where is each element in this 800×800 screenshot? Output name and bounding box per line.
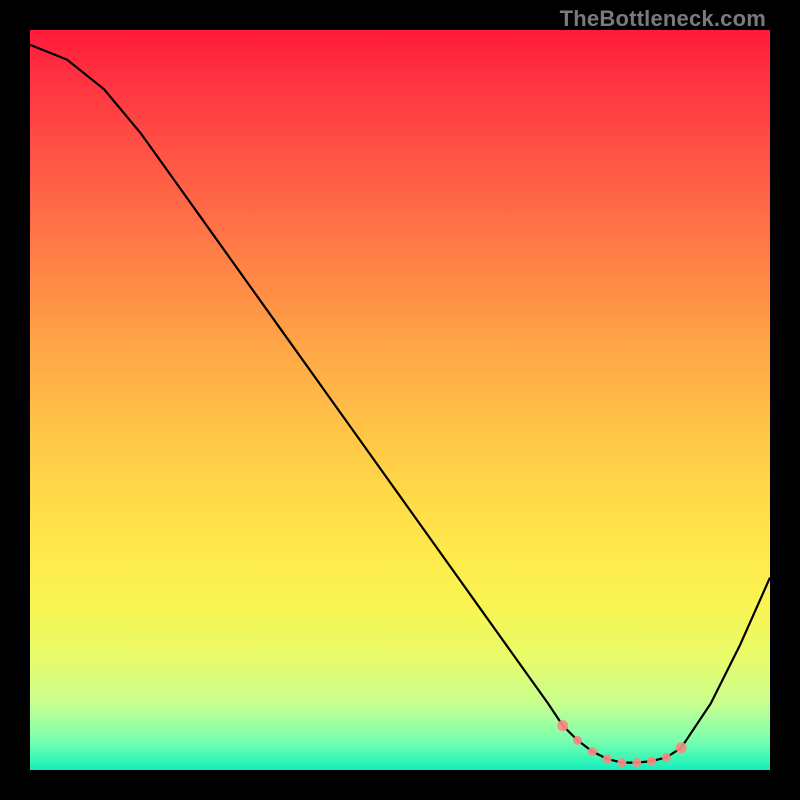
bottleneck-curve [30, 45, 770, 763]
data-marker [676, 742, 687, 753]
data-marker [588, 747, 597, 756]
data-marker [618, 758, 627, 767]
watermark-text: TheBottleneck.com [560, 6, 766, 32]
data-marker [662, 753, 671, 762]
data-marker [632, 758, 641, 767]
data-marker [603, 754, 612, 763]
data-marker [647, 757, 656, 766]
marker-layer [557, 720, 686, 767]
data-marker [573, 736, 582, 745]
chart-stage: TheBottleneck.com [0, 0, 800, 800]
chart-svg [30, 30, 770, 770]
plot-area [30, 30, 770, 770]
data-marker [557, 720, 568, 731]
